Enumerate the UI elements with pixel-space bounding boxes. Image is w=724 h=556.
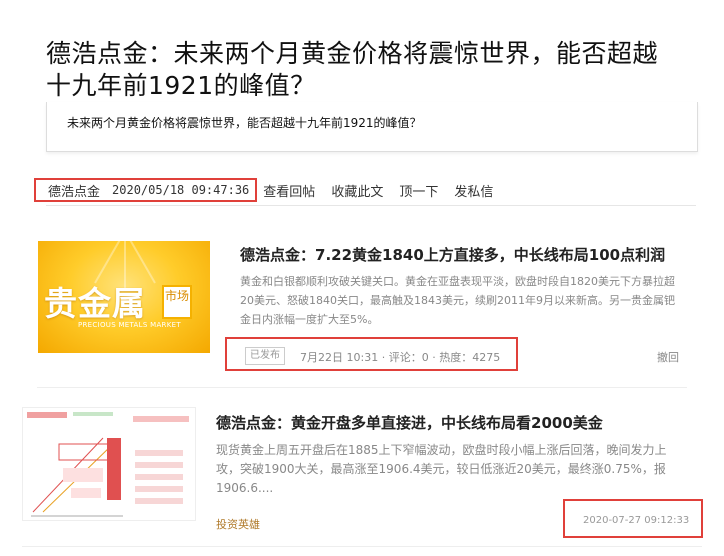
divider [46,205,696,206]
card-comments: 评论：0 [388,351,429,364]
private-message-link[interactable]: 发私信 [454,181,493,200]
meta-highlight-box: 德浩点金 2020/05/18 09:47:36 [34,178,258,202]
thumb-headline: 贵金属 [44,284,146,323]
thumb-tag: 市场 [162,285,192,319]
article-summary: 未来两个月黄金价格将震惊世界，能否超越十九年前1921的峰值？ [67,116,422,130]
meta-timestamp: 2020/05/18 09:47:36 [112,183,250,197]
upvote-link[interactable]: 顶一下 [399,181,438,200]
card-timestamp: 2020-07-27 09:12:33 [583,515,690,526]
article-meta: 德浩点金 2020/05/18 09:47:36 查看回帖 收藏此文 顶一下 发… [34,178,509,202]
favorite-link[interactable]: 收藏此文 [331,181,383,200]
view-replies-link[interactable]: 查看回帖 [263,181,315,200]
published-badge: 已发布 [245,347,285,365]
card-author[interactable]: 投资英雄 [216,516,260,532]
card-heat: 热度：4275 [439,351,501,364]
thumb-english: PRECIOUS METALS MARKET [78,321,181,329]
card-thumbnail-chart[interactable] [22,407,196,521]
meta-author[interactable]: 德浩点金 [48,181,100,200]
divider [22,546,702,547]
card-title[interactable]: 德浩点金：黄金开盘多单直接进，中长线布局看2000美金 [216,412,603,433]
card-title[interactable]: 德浩点金：7.22黄金1840上方直接多，中长线布局100点利润 [240,244,665,265]
revoke-button[interactable]: 撤回 [657,349,679,365]
article-summary-box: 未来两个月黄金价格将震惊世界，能否超越十九年前1921的峰值？ [46,102,698,152]
card-excerpt: 现货黄金上周五开盘后在1885上下窄幅波动，欧盘时段小幅上涨后回落，晚间发力上攻… [216,443,667,495]
divider [37,387,687,388]
card-stats: 7月22日 10:31 · 评论：0 · 热度：4275 [300,349,500,365]
card-date: 7月22日 10:31 [300,351,379,364]
chart-thumbnail-graphic [23,408,195,520]
card-thumbnail-precious-metals[interactable]: 贵金属 市场 PRECIOUS METALS MARKET [38,241,210,353]
card-excerpt: 黄金和白银都顺利攻破关键关口。黄金在亚盘表现平淡，欧盘时段自1820美元下方暴拉… [240,275,675,326]
stats-separator: · [381,351,389,364]
article-title: 德浩点金：未来两个月黄金价格将震惊世界，能否超越十九年前1921的峰值？ [46,39,659,100]
